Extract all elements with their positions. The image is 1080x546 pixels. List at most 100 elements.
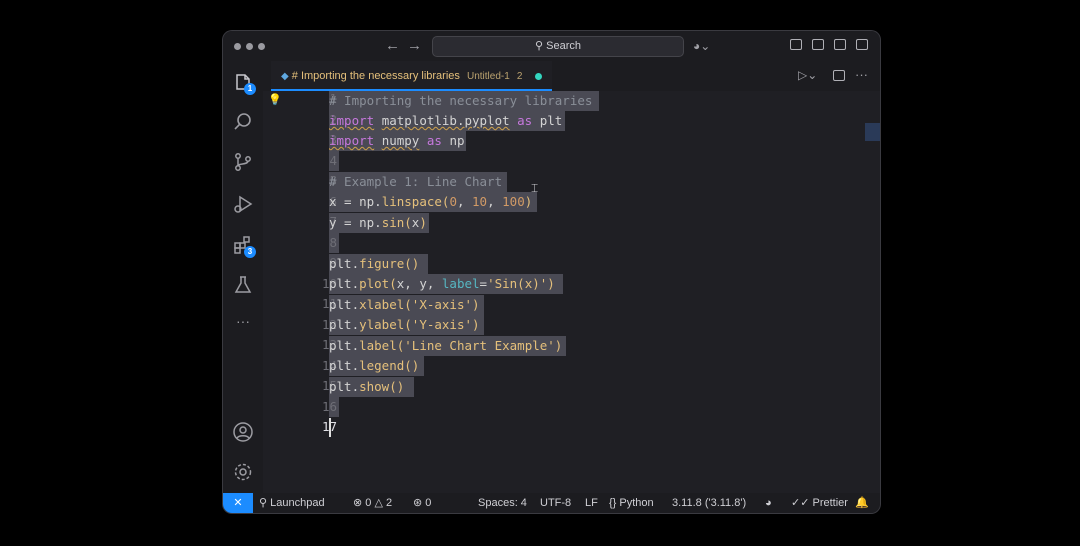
launchpad-label: Launchpad xyxy=(270,497,325,509)
code-line: plt.xlabel('X-axis') xyxy=(329,295,480,315)
minimize-window-dot[interactable] xyxy=(246,43,253,50)
code-line: # Importing the necessary libraries xyxy=(329,91,592,111)
code-editor[interactable]: 💡 1 2 3 4 5 6 7 8 9 10 11 12 13 14 15 16 xyxy=(263,91,880,493)
function-name: label xyxy=(359,338,397,353)
ports-count: 0 xyxy=(425,497,432,509)
run-file-icon[interactable]: ▷⌄ xyxy=(798,68,817,82)
customize-layout-icon[interactable] xyxy=(856,39,868,50)
function-name: sin xyxy=(381,215,405,230)
identifier: plt. xyxy=(329,276,360,291)
python-interpreter-item[interactable]: 3.11.8 ('3.11.8') xyxy=(672,493,746,513)
string: 'Y-axis' xyxy=(411,317,473,332)
operator: = xyxy=(479,276,488,291)
code-line: plt.ylabel('Y-axis') xyxy=(329,315,480,335)
notifications-bell-icon[interactable]: 🔔 xyxy=(855,493,869,513)
command-search-box[interactable]: ⚲ Search xyxy=(432,36,684,57)
code-line: # Example 1: Line Chart xyxy=(329,172,502,192)
keyword: as xyxy=(517,113,533,128)
toggle-secondary-sidebar-icon[interactable] xyxy=(834,39,846,50)
number: 0 xyxy=(449,194,457,209)
paren: () xyxy=(389,379,405,394)
prettier-label: Prettier xyxy=(812,497,848,509)
unsaved-dot-icon[interactable] xyxy=(535,72,543,80)
code-line: import matplotlib.pyplot as plt xyxy=(329,111,562,131)
paren: ) xyxy=(554,338,563,353)
accounts-icon[interactable] xyxy=(232,421,254,443)
tab-untitled-1[interactable]: ◆ # Importing the necessary libraries Un… xyxy=(271,61,553,91)
keyword: import xyxy=(329,133,375,148)
identifier: plt. xyxy=(329,379,360,394)
testing-flask-icon[interactable] xyxy=(232,274,254,296)
close-window-dot[interactable] xyxy=(234,43,241,50)
number: 10 xyxy=(472,194,488,209)
ibeam-pointer-icon: ⌶ xyxy=(531,181,539,195)
search-label: Search xyxy=(546,40,581,52)
editor-tab-bar: ◆ # Importing the necessary libraries Un… xyxy=(263,61,880,91)
search-icon: ⚲ xyxy=(535,40,544,52)
identifier: plt. xyxy=(329,338,360,353)
toggle-panel-icon[interactable] xyxy=(812,39,824,50)
tab-problem-count: 2 xyxy=(516,71,523,82)
code-line: plt.figure() xyxy=(329,254,419,274)
source-control-icon[interactable] xyxy=(232,151,254,173)
forward-arrow-icon[interactable]: → xyxy=(407,37,422,54)
copilot-icon[interactable]: ◕⌄ xyxy=(693,39,710,53)
more-actions-icon[interactable]: ··· xyxy=(855,67,868,82)
identifier: x = np. xyxy=(329,194,382,209)
copilot-status-icon[interactable]: ◕ xyxy=(765,493,772,513)
settings-gear-icon[interactable] xyxy=(232,461,254,483)
paren: () xyxy=(404,358,420,373)
identifier: plt. xyxy=(329,358,360,373)
identifier: y = np. xyxy=(329,215,382,230)
paren: ) xyxy=(547,276,555,291)
code-line: y = np.sin(x) xyxy=(329,213,427,233)
string: 'Line Chart Example' xyxy=(404,338,555,353)
back-arrow-icon[interactable]: ← xyxy=(385,37,400,54)
code-line: plt.label('Line Chart Example') xyxy=(329,336,562,356)
language-label: Python xyxy=(619,497,654,509)
split-editor-icon[interactable] xyxy=(833,70,845,81)
explorer-badge: 1 xyxy=(244,83,256,95)
zoom-window-dot[interactable] xyxy=(258,43,265,50)
language-mode-item[interactable]: {} Python xyxy=(609,493,654,513)
ports-item[interactable]: ⊛ 0 xyxy=(413,493,431,513)
identifier: plt. xyxy=(329,317,360,332)
prettier-item[interactable]: ✓✓ Prettier xyxy=(791,493,848,513)
problems-item[interactable]: ⊗ 0 △ 2 xyxy=(353,493,392,513)
function-name: legend xyxy=(359,358,405,373)
paren: () xyxy=(404,256,420,271)
function-name: xlabel xyxy=(359,297,405,312)
identifier: plt. xyxy=(329,256,360,271)
module: numpy xyxy=(381,133,420,148)
keyword: as xyxy=(426,133,442,148)
more-views-icon[interactable]: ··· xyxy=(232,313,254,335)
editor-window: ← → ⚲ Search ◕⌄ 1 3 ··· ◆ # Importing th… xyxy=(223,31,880,513)
code-line: plt.legend() xyxy=(329,356,419,376)
broadcast-icon: ⊛ xyxy=(413,497,426,509)
indentation-item[interactable]: Spaces: 4 xyxy=(478,493,527,513)
remote-indicator-icon[interactable]: ✕ xyxy=(223,493,253,513)
encoding-item[interactable]: UTF-8 xyxy=(540,493,571,513)
warning-count: 2 xyxy=(385,497,393,509)
comment: # Example 1: Line Chart xyxy=(329,174,503,189)
text-cursor xyxy=(329,418,331,437)
paren: ) xyxy=(419,215,427,230)
toggle-primary-sidebar-icon[interactable] xyxy=(790,39,802,50)
function-name: ylabel xyxy=(359,317,405,332)
function-name: linspace xyxy=(381,194,442,209)
minimap[interactable] xyxy=(865,123,880,141)
identifier: plt. xyxy=(329,297,360,312)
separator: , xyxy=(456,194,473,209)
launchpad-item[interactable]: ⚲ Launchpad xyxy=(259,493,325,513)
code-line: x = np.linspace(0, 10, 100) xyxy=(329,192,532,212)
activity-bar: 1 3 ··· xyxy=(223,61,263,493)
lightbulb-icon[interactable]: 💡 xyxy=(268,93,282,106)
eol-item[interactable]: LF xyxy=(585,493,598,513)
function-name: plot xyxy=(359,276,390,291)
identifier: x, y, xyxy=(396,276,442,291)
paren: ( xyxy=(389,276,397,291)
line-number: 16 xyxy=(321,399,337,414)
paren: ) xyxy=(524,194,533,209)
run-debug-icon[interactable] xyxy=(232,193,254,215)
search-view-icon[interactable] xyxy=(232,111,254,133)
